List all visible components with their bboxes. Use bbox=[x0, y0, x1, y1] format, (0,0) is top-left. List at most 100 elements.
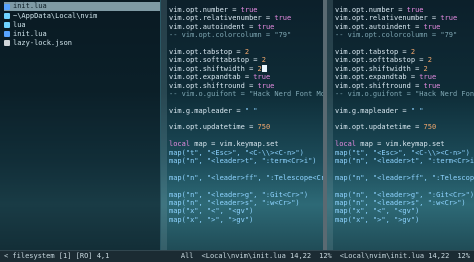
code-token: vim.opt.expandtab = bbox=[169, 73, 254, 82]
editor-left[interactable]: vim.opt.number = true vim.opt.relativenum… bbox=[161, 0, 323, 250]
code-token: map("t", "<Esc>", "<C-\\><C-n>") bbox=[169, 148, 304, 157]
code-line: -- vim.o.guifont = "Hack Nerd Font Mo" bbox=[335, 90, 474, 98]
code-lines-right: vim.opt.number = true vim.opt.relativenum… bbox=[335, 6, 474, 224]
code-line: vim.g.mapleader = " " bbox=[169, 107, 323, 115]
code-line: vim.opt.expandtab = true bbox=[335, 73, 474, 81]
code-token: -- vim.o.guifont = "Hack Nerd Font Mo" bbox=[169, 89, 323, 98]
tree-item-lua-folder[interactable]: lua bbox=[4, 20, 160, 29]
cursor bbox=[261, 65, 267, 73]
status-left: < filesystem [1] [RO] 4,1 bbox=[4, 252, 110, 261]
code-token: 2 bbox=[261, 56, 266, 65]
code-token: vim.opt.shiftwidth = bbox=[169, 64, 258, 73]
status-right: <Local\nvim\init.lua 14,22 bbox=[339, 252, 450, 261]
code-line: vim.opt.relativenumber = true bbox=[169, 14, 323, 22]
code-line: local map = vim.keymap.set bbox=[169, 140, 323, 148]
code-token: true bbox=[253, 73, 271, 82]
code-line: map("n", "<leader>ff", ":Telescope<Cr>") bbox=[169, 174, 323, 182]
code-line: -- vim.o.guifont = "Hack Nerd Font Mo" bbox=[169, 90, 323, 98]
code-line: vim.g.mapleader = " " bbox=[335, 107, 474, 115]
code-line: vim.opt.autoindent = true bbox=[169, 23, 323, 31]
tree-item-init-lua-selected[interactable]: init.lua bbox=[4, 2, 160, 12]
code-token: vim.opt.softtabstop = bbox=[335, 56, 428, 65]
code-token: map("n", "<leader>t", ":term<Cr>i") bbox=[169, 157, 317, 166]
status-line: < filesystem [1] [RO] 4,1 All <Local\nvi… bbox=[0, 250, 474, 262]
code-token: vim.opt.autoindent = bbox=[335, 22, 424, 31]
code-token: vim.opt.shiftwidth = bbox=[335, 64, 424, 73]
code-token: vim.opt.shiftround = bbox=[335, 81, 424, 90]
code-token: true bbox=[423, 81, 441, 90]
code-line: vim.opt.tabstop = 2 bbox=[335, 48, 474, 56]
code-line: map("n", "<leader>s", ":w<Cr>") bbox=[335, 199, 474, 207]
status-mid: <Local\nvim\init.lua 14,22 bbox=[201, 252, 312, 261]
gutter bbox=[327, 0, 333, 250]
code-line: map("t", "<Esc>", "<C-\\><C-n>") bbox=[169, 149, 323, 157]
code-token: map("x", "<", "<gv") bbox=[335, 207, 420, 216]
tree-item-lazy-lock[interactable]: lazy-lock.json bbox=[4, 39, 160, 48]
code-token: " " bbox=[244, 106, 258, 115]
code-token: " " bbox=[410, 106, 424, 115]
code-token: 2 bbox=[427, 56, 432, 65]
code-line: local map = vim.keymap.set bbox=[335, 140, 474, 148]
code-line: vim.opt.shiftround = true bbox=[169, 82, 323, 90]
code-line: map("x", ">", ">gv") bbox=[335, 216, 474, 224]
code-line: map("n", "<leader>s", ":w<Cr>") bbox=[169, 199, 323, 207]
code-line: map("n", "<leader>t", ":term<Cr>i") bbox=[169, 157, 323, 165]
tree-item-root-folder[interactable]: ~\AppData\Local\nvim bbox=[4, 11, 160, 20]
folder-icon bbox=[4, 21, 10, 28]
code-line: map("x", "<", "<gv") bbox=[335, 207, 474, 215]
code-token: map("x", ">", ">gv") bbox=[335, 215, 420, 224]
code-token: vim.g.mapleader = bbox=[169, 106, 245, 115]
code-token: 750 bbox=[423, 123, 437, 132]
code-line: vim.opt.autoindent = true bbox=[335, 23, 474, 31]
file-tree[interactable]: init.lua ~\AppData\Local\nvim lua init.l… bbox=[0, 0, 161, 250]
editor-right[interactable]: vim.opt.number = true vim.opt.relativenum… bbox=[327, 0, 474, 250]
code-token: vim.opt.tabstop = bbox=[169, 47, 245, 56]
code-token: -- vim.opt.colorcolumn = "79" bbox=[335, 31, 458, 40]
code-token: true bbox=[257, 81, 275, 90]
code-token: vim.opt.number = bbox=[169, 6, 241, 14]
status-percent-right: 12% bbox=[457, 252, 470, 261]
code-token: -- vim.o.guifont = "Hack Nerd Font Mo" bbox=[335, 89, 474, 98]
lua-file-icon bbox=[4, 3, 10, 10]
code-token: true bbox=[257, 22, 275, 31]
code-token: map("n", "<leader>s", ":w<Cr>") bbox=[169, 198, 300, 207]
json-file-icon bbox=[4, 40, 10, 47]
code-line: vim.opt.shiftwidth = 2 bbox=[335, 65, 474, 73]
code-token: map("n", "<leader>g", ":Git<Cr>") bbox=[335, 190, 474, 199]
code-token: vim.g.mapleader = bbox=[335, 106, 411, 115]
code-line: map("n", "<leader>g", ":Git<Cr>") bbox=[169, 191, 323, 199]
code-token: map("x", "<", "<gv") bbox=[169, 207, 254, 216]
code-token: vim.opt.autoindent = bbox=[169, 22, 258, 31]
code-line: vim.opt.tabstop = 2 bbox=[169, 48, 323, 56]
folder-icon bbox=[4, 12, 10, 19]
code-line: map("n", "<leader>ff", ":Telescope<Cr>") bbox=[335, 174, 474, 182]
code-line: map("x", "<", "<gv") bbox=[169, 207, 323, 215]
status-all: All bbox=[180, 252, 194, 261]
code-token: map("n", "<leader>ff", ":Telescope<Cr>") bbox=[169, 173, 323, 182]
code-token: local bbox=[335, 140, 361, 149]
tree-item-init-lua[interactable]: init.lua bbox=[4, 30, 160, 39]
code-token: true bbox=[419, 73, 437, 82]
code-token: true bbox=[274, 14, 292, 23]
code-token: vim.opt.relativenumber = bbox=[169, 14, 275, 23]
code-token: 750 bbox=[257, 123, 271, 132]
code-token: vim.opt.expandtab = bbox=[335, 73, 420, 82]
code-line: map("x", ">", ">gv") bbox=[169, 216, 323, 224]
code-line: -- vim.opt.colorcolumn = "79" bbox=[169, 31, 323, 39]
code-line: vim.opt.relativenumber = true bbox=[335, 14, 474, 22]
code-token: map("x", ">", ">gv") bbox=[169, 215, 254, 224]
code-token: vim.opt.tabstop = bbox=[335, 47, 411, 56]
code-line: vim.opt.shiftwidth = 2 bbox=[169, 65, 323, 73]
code-token: true bbox=[423, 22, 441, 31]
code-line: vim.opt.updatetime = 750 bbox=[169, 123, 323, 131]
code-token: 2 bbox=[244, 47, 250, 56]
code-token: true bbox=[240, 6, 258, 14]
